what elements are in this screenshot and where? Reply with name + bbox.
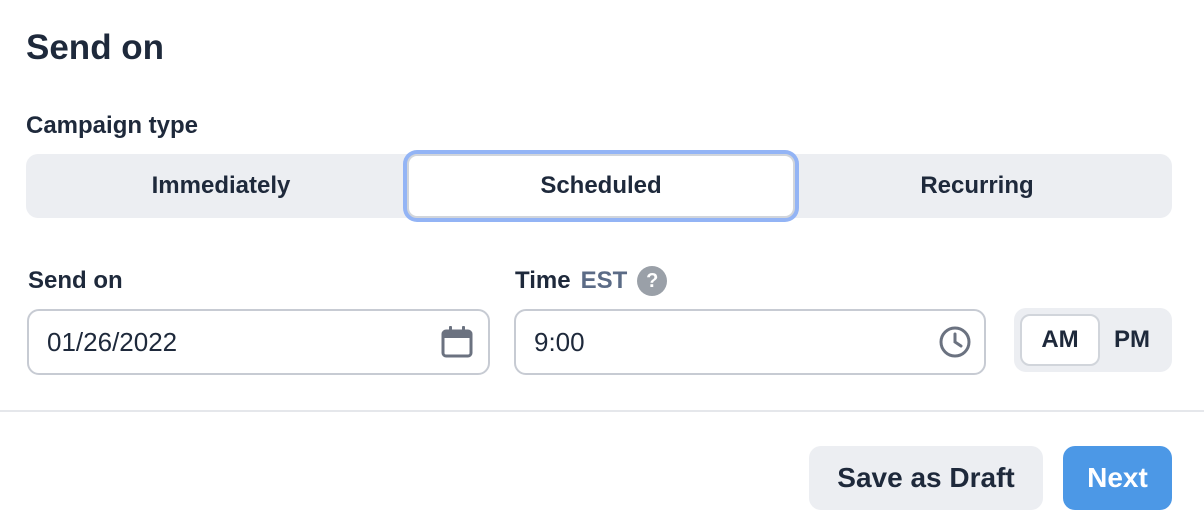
time-label-group: Time EST ? xyxy=(515,266,668,296)
send-on-label: Send on xyxy=(28,267,123,294)
campaign-type-selector: Immediately Scheduled Recurring xyxy=(26,154,1172,218)
timezone-label: EST xyxy=(580,267,628,294)
time-input[interactable]: 9:00 xyxy=(514,309,986,375)
time-label: Time xyxy=(515,267,571,294)
clock-icon xyxy=(939,326,971,358)
send-on-date-input[interactable]: 01/26/2022 xyxy=(27,309,490,375)
time-value: 9:00 xyxy=(534,326,585,357)
page-title: Send on xyxy=(26,28,165,67)
footer-divider xyxy=(0,410,1204,412)
campaign-type-label: Campaign type xyxy=(26,112,199,139)
send-on-date-value: 01/26/2022 xyxy=(47,326,178,357)
next-button[interactable]: Next xyxy=(1063,446,1172,510)
campaign-type-scheduled[interactable]: Scheduled xyxy=(407,154,795,218)
calendar-icon[interactable] xyxy=(440,325,474,359)
pm-option[interactable]: PM xyxy=(1100,314,1164,366)
help-icon[interactable]: ? xyxy=(637,266,668,296)
am-pm-toggle: AM PM xyxy=(1014,308,1172,372)
save-as-draft-button[interactable]: Save as Draft xyxy=(809,446,1043,510)
campaign-type-immediately[interactable]: Immediately xyxy=(26,154,416,218)
campaign-type-recurring[interactable]: Recurring xyxy=(790,154,1164,218)
am-option[interactable]: AM xyxy=(1020,314,1100,366)
